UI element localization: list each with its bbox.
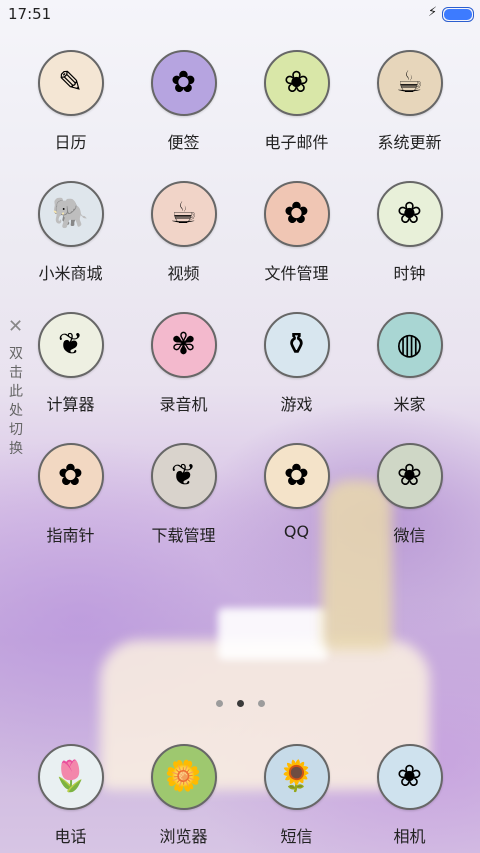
lavender-icon: ✿ bbox=[150, 50, 217, 116]
app-row: ✿ 指南针 ❦ 下载管理 ✿ QQ ❀ 微信 bbox=[14, 443, 466, 574]
page-dot[interactable] bbox=[257, 700, 265, 707]
dock-label: 相机 bbox=[393, 827, 426, 846]
app-email[interactable]: ❀ 电子邮件 bbox=[240, 50, 353, 181]
elephant-icon: 🐘 bbox=[37, 181, 104, 247]
app-games[interactable]: ⚱ 游戏 bbox=[240, 312, 353, 443]
app-label: QQ bbox=[283, 522, 310, 541]
app-label: 米家 bbox=[393, 395, 426, 414]
pink-hydrangea-icon: ✾ bbox=[150, 312, 217, 378]
app-wechat[interactable]: ❀ 微信 bbox=[353, 443, 466, 574]
app-mi-home[interactable]: ◍ 米家 bbox=[353, 312, 466, 443]
app-mi-store[interactable]: 🐘 小米商城 bbox=[14, 181, 127, 312]
tulip-icon: 🌷 bbox=[37, 744, 104, 810]
teacup-icon: ☕ bbox=[376, 50, 443, 116]
app-calculator[interactable]: ❦ 计算器 bbox=[14, 312, 127, 443]
dock-messages[interactable]: 🌻 短信 bbox=[240, 744, 353, 847]
dock-label: 浏览器 bbox=[159, 827, 208, 846]
dock-label: 电话 bbox=[54, 827, 87, 846]
page-dot-active[interactable] bbox=[236, 700, 244, 707]
battery-icon bbox=[442, 7, 474, 22]
app-label: 文件管理 bbox=[264, 264, 329, 283]
app-label: 微信 bbox=[393, 526, 426, 545]
dock-label: 短信 bbox=[280, 827, 313, 846]
app-label: 游戏 bbox=[280, 395, 313, 414]
dock-browser[interactable]: 🌼 浏览器 bbox=[127, 744, 240, 847]
app-label: 便签 bbox=[167, 133, 200, 152]
app-label: 指南针 bbox=[46, 526, 95, 545]
app-row: 🐘 小米商城 ☕ 视频 ✿ 文件管理 ❀ 时钟 bbox=[14, 181, 466, 312]
app-label: 时钟 bbox=[393, 264, 426, 283]
grass-icon: ❀ bbox=[263, 50, 330, 116]
app-notes[interactable]: ✿ 便签 bbox=[127, 50, 240, 181]
close-icon[interactable]: ✕ bbox=[8, 316, 23, 337]
app-qq[interactable]: ✿ QQ bbox=[240, 443, 353, 574]
white-flowers-icon: ❀ bbox=[376, 181, 443, 247]
double-tap-switch-hint[interactable]: 双击此处切换 bbox=[9, 345, 23, 459]
app-label: 日历 bbox=[54, 133, 87, 152]
page-dot[interactable] bbox=[215, 700, 223, 707]
cake-icon: ✿ bbox=[37, 443, 104, 509]
dock: 🌷 电话 🌼 浏览器 🌻 短信 ❀ 相机 bbox=[14, 744, 466, 847]
yellow-flowers-icon: ❀ bbox=[376, 744, 443, 810]
app-label: 电子邮件 bbox=[264, 133, 329, 152]
app-label: 录音机 bbox=[159, 395, 208, 414]
app-downloads[interactable]: ❦ 下载管理 bbox=[127, 443, 240, 574]
app-row: ❦ 计算器 ✾ 录音机 ⚱ 游戏 ◍ 米家 bbox=[14, 312, 466, 443]
app-file-manager[interactable]: ✿ 文件管理 bbox=[240, 181, 353, 312]
app-label: 视频 bbox=[167, 264, 200, 283]
app-label: 下载管理 bbox=[151, 526, 216, 545]
charging-icon: ⚡ bbox=[428, 5, 438, 20]
keepsake-box-icon: ❦ bbox=[150, 443, 217, 509]
app-recorder[interactable]: ✾ 录音机 bbox=[127, 312, 240, 443]
status-bar: 17:51 ⚡ bbox=[0, 0, 480, 28]
status-time: 17:51 bbox=[8, 5, 52, 23]
app-calendar[interactable]: ✎ 日历 bbox=[14, 50, 127, 181]
rose-icon: ✿ bbox=[263, 181, 330, 247]
dock-camera[interactable]: ❀ 相机 bbox=[353, 744, 466, 847]
sunflower-icon: 🌻 bbox=[263, 744, 330, 810]
app-row: ✎ 日历 ✿ 便签 ❀ 电子邮件 ☕ 系统更新 bbox=[14, 50, 466, 181]
glass-vase-icon: ⚱ bbox=[263, 312, 330, 378]
app-clock[interactable]: ❀ 时钟 bbox=[353, 181, 466, 312]
app-grid: ✎ 日历 ✿ 便签 ❀ 电子邮件 ☕ 系统更新 🐘 小米商城 ☕ 视频 ✿ 文件… bbox=[14, 50, 466, 574]
page-indicator bbox=[0, 700, 480, 707]
dock-phone[interactable]: 🌷 电话 bbox=[14, 744, 127, 847]
app-label: 小米商城 bbox=[38, 264, 103, 283]
wildflowers-icon: ❀ bbox=[376, 443, 443, 509]
peach-flower-icon: ✿ bbox=[263, 443, 330, 509]
teal-bottles-icon: ◍ bbox=[376, 312, 443, 378]
striped-cup-icon: ☕ bbox=[150, 181, 217, 247]
photo-thumbnail-icon: ✎ bbox=[37, 50, 104, 116]
app-compass[interactable]: ✿ 指南针 bbox=[14, 443, 127, 574]
window-plant-icon: ❦ bbox=[37, 312, 104, 378]
app-system-update[interactable]: ☕ 系统更新 bbox=[353, 50, 466, 181]
app-label: 系统更新 bbox=[377, 133, 442, 152]
daisy-icon: 🌼 bbox=[150, 744, 217, 810]
wallpaper-cup bbox=[218, 608, 328, 660]
app-label: 计算器 bbox=[46, 395, 95, 414]
app-video[interactable]: ☕ 视频 bbox=[127, 181, 240, 312]
